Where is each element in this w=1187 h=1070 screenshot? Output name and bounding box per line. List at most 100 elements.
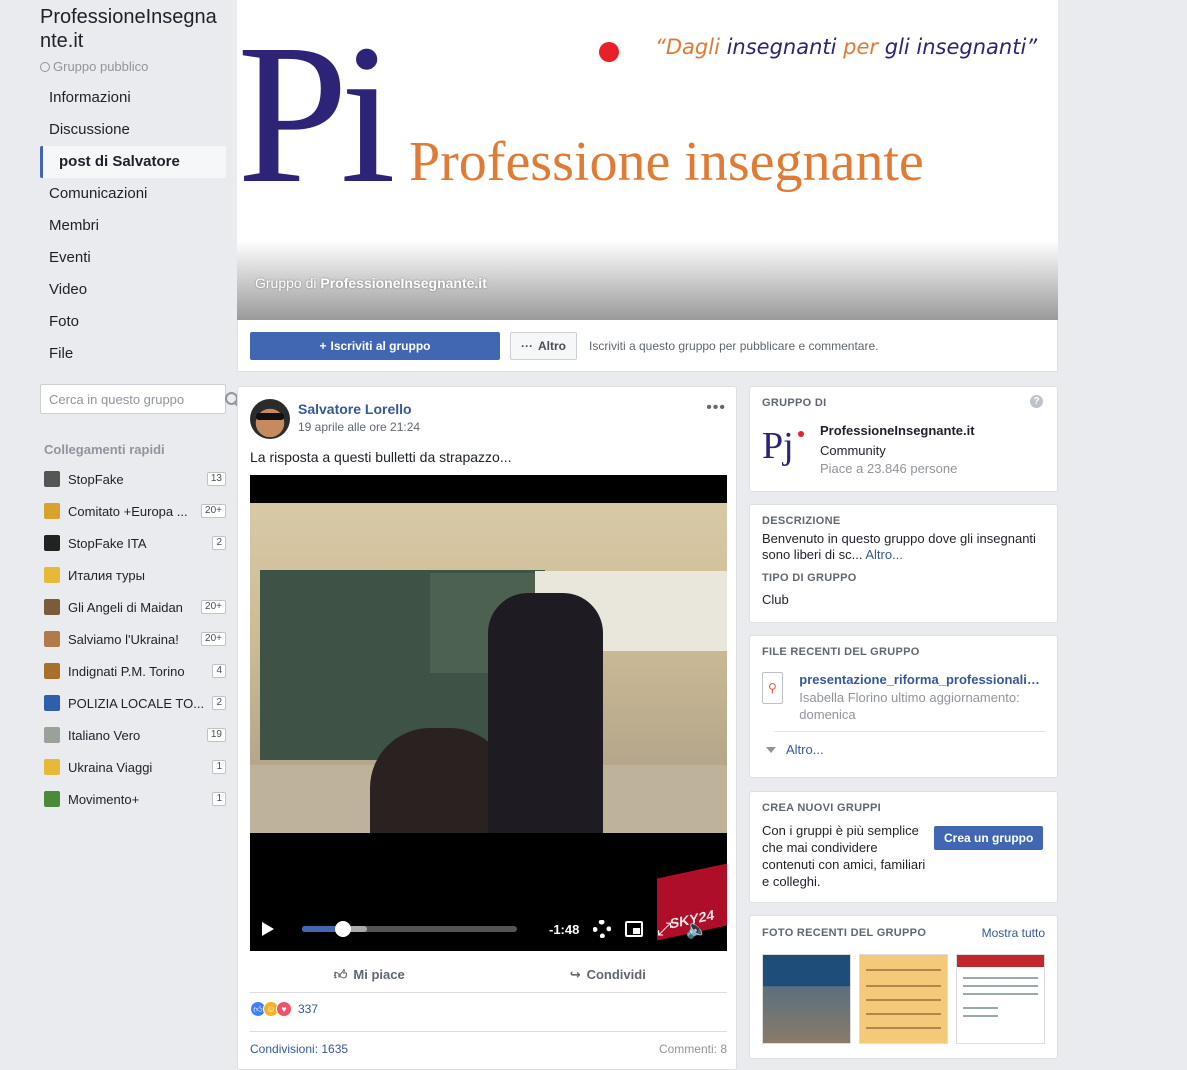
recent-photos-title: FOTO RECENTI DEL GRUPPO [762, 927, 927, 939]
author-block: Salvatore Lorello 19 aprile alle ore 21:… [298, 399, 420, 439]
quick-link-item[interactable]: Ukraina Viaggi 1 [40, 751, 226, 783]
quick-link-item[interactable]: Италия туры [40, 559, 226, 591]
photo-thumbnail[interactable] [762, 954, 851, 1044]
shares-count[interactable]: Condivisioni: 1635 [250, 1042, 348, 1056]
mute-icon[interactable]: 🔈 [686, 919, 708, 940]
see-all-photos-link[interactable]: Mostra tutto [982, 926, 1045, 940]
video-player[interactable]: SKY24 -1:48 ⤢ 🔈 [250, 475, 727, 951]
nav-item-post-di-salvatore[interactable]: post di Salvatore [40, 146, 226, 178]
picture-in-picture-icon[interactable] [625, 921, 644, 937]
help-icon[interactable]: ? [1030, 395, 1043, 408]
owner-page-row: Pj ProfessioneInsegnante.it Community Pi… [762, 423, 1045, 476]
join-group-label: Iscriviti al gruppo [330, 338, 431, 353]
quick-link-badge: 20+ [201, 632, 226, 646]
camera-icon [44, 471, 60, 487]
group-search [40, 384, 238, 414]
author-avatar[interactable] [250, 399, 290, 439]
quick-link-badge: 20+ [201, 600, 226, 614]
cover-photo[interactable]: Pi Professione insegnante “Dagli insegna… [237, 0, 1058, 320]
quick-links-list: StopFake 13 Comitato +Europa ... 20+ StopFak… [40, 463, 226, 815]
cover-caption-owner[interactable]: ProfessioneInsegnante.it [320, 275, 486, 291]
quick-link-label: Италия туры [68, 567, 145, 583]
quick-link-item[interactable]: Movimento+ 1 [40, 783, 226, 815]
create-group-button[interactable]: Crea un gruppo [934, 826, 1044, 850]
quick-link-label: Comitato +Europa ... [68, 503, 188, 519]
nav-item-informazioni[interactable]: Informazioni [40, 82, 226, 114]
love-reaction-icon: ♥ [276, 1001, 292, 1017]
quick-link-label: Indignati P.M. Torino [68, 663, 185, 679]
nav-item-eventi[interactable]: Eventi [40, 242, 226, 274]
nav-item-membri[interactable]: Membri [40, 210, 226, 242]
play-icon[interactable] [262, 922, 274, 936]
photo-text-line [866, 1013, 941, 1015]
description-body: Benvenuto in questo gruppo dove gli inse… [762, 531, 1045, 563]
quick-link-badge: 19 [206, 728, 226, 742]
group-title[interactable]: ProfessioneInsegnante.it [40, 0, 226, 53]
quick-link-item[interactable]: POLIZIA LOCALE TO... 2 [40, 687, 226, 719]
nav-item-comunicazioni[interactable]: Comunicazioni [40, 178, 226, 210]
author-name[interactable]: Salvatore Lorello [298, 401, 420, 417]
nav-item-video[interactable]: Video [40, 274, 226, 306]
photo-text-line [866, 1027, 941, 1029]
page-name[interactable]: ProfessioneInsegnante.it [820, 423, 975, 438]
post-date[interactable]: 19 aprile alle ore 21:24 [298, 420, 420, 434]
share-label: Condividi [586, 967, 646, 982]
photo-text-line [963, 977, 1038, 979]
quick-link-item[interactable]: Comitato +Europa ... 20+ [40, 495, 226, 527]
post-card: Salvatore Lorello 19 aprile alle ore 21:… [237, 386, 737, 1070]
group-privacy-label: Gruppo pubblico [53, 59, 149, 74]
group-search-input[interactable] [49, 391, 225, 407]
nav-item-file[interactable]: File [40, 338, 226, 370]
more-button[interactable]: ··· Altro [510, 331, 577, 360]
quick-link-item[interactable]: StopFake 13 [40, 463, 226, 495]
quick-link-item[interactable]: Gli Angeli di Maidan 20+ [40, 591, 226, 623]
comments-count[interactable]: Commenti: 8 [659, 1042, 727, 1056]
quick-link-item[interactable]: Italiano Vero 19 [40, 719, 226, 751]
file-name[interactable]: presentazione_riforma_professionali (1).… [799, 672, 1043, 687]
plus-icon [44, 791, 60, 807]
nav-item-foto[interactable]: Foto [40, 306, 226, 338]
cover-caption-prefix: Gruppo di [255, 275, 321, 291]
photo-text-line [866, 985, 941, 987]
settings-gear-icon[interactable] [593, 920, 612, 938]
join-group-button[interactable]: + Iscriviti al gruppo [250, 331, 500, 360]
reactions-summary[interactable]: 👍︎ ☺ ♥ 337 [250, 1001, 318, 1017]
photo-thumbnail[interactable] [859, 954, 948, 1044]
cover-slogan: “Dagli insegnanti per gli insegnanti” [655, 35, 1037, 59]
fullscreen-icon[interactable]: ⤢ [657, 919, 671, 940]
group-owner-card: GRUPPO DI ? Pj ProfessioneInsegnante.it … [749, 386, 1058, 492]
quick-link-item[interactable]: StopFake ITA 2 [40, 527, 226, 559]
flag-icon [44, 503, 60, 519]
recent-files-title: FILE RECENTI DEL GRUPPO [762, 646, 920, 658]
nav-item-discussione[interactable]: Discussione [40, 114, 226, 146]
video-progress-bar[interactable] [302, 921, 517, 937]
caret-down-icon [766, 746, 776, 753]
slogan-part-3: per [843, 35, 885, 59]
files-more-link[interactable]: Altro... [762, 742, 1045, 757]
quick-link-badge: 1 [212, 760, 226, 774]
description-more-link[interactable]: Altro... [865, 547, 903, 562]
quick-link-label: Gli Angeli di Maidan [68, 599, 183, 615]
share-arrow-icon: ↪ [569, 966, 581, 982]
file-item[interactable]: presentazione_riforma_professionali (1).… [762, 672, 1045, 723]
gavel-icon [44, 663, 60, 679]
group-type-title: TIPO DI GRUPPO [762, 572, 857, 584]
page-logo[interactable]: Pj [762, 423, 808, 473]
share-button[interactable]: ↪ Condividi [489, 957, 728, 992]
quick-link-item[interactable]: Salviamo l'Ukraina! 20+ [40, 623, 226, 655]
quick-link-item[interactable]: Indignati P.M. Torino 4 [40, 655, 226, 687]
quick-link-label: Movimento+ [68, 791, 140, 807]
video-frame [250, 503, 727, 833]
quick-link-label: POLIZIA LOCALE TO... [68, 695, 205, 711]
like-button[interactable]: 👍︎ Mi piace [250, 957, 489, 992]
video-progress-knob[interactable] [334, 921, 351, 937]
photo-thumbnail[interactable] [956, 954, 1045, 1044]
quick-link-badge: 2 [212, 696, 226, 710]
owner-card-title: GRUPPO DI [762, 397, 827, 409]
group-type-value: Club [762, 592, 789, 607]
recent-photos-header: FOTO RECENTI DEL GRUPPO Mostra tutto [762, 926, 1045, 940]
post-action-bar: 👍︎ Mi piace ↪ Condividi [250, 957, 727, 993]
post-options-icon[interactable]: ••• [706, 399, 726, 417]
reactions-count[interactable]: 337 [298, 1002, 318, 1016]
create-groups-card: CREA NUOVI GRUPPI Con i gruppi è più sem… [749, 791, 1058, 903]
